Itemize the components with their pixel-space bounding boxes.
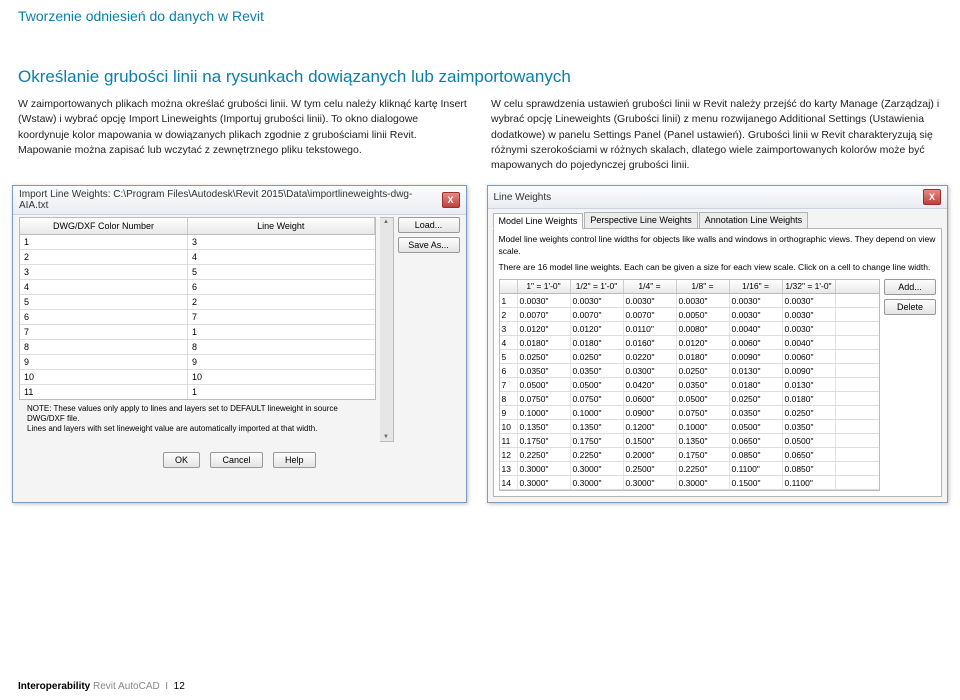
description-text: There are 16 model line weights. Each ca… <box>499 262 937 273</box>
table-header: 1" = 1'-0"1/2" = 1'-0"1/4" =1/8" =1/16" … <box>500 280 880 294</box>
table-row[interactable]: 35 <box>20 265 375 280</box>
tab-model[interactable]: Model Line Weights <box>493 213 584 229</box>
delete-button[interactable]: Delete <box>884 299 936 315</box>
table-row[interactable]: 110.1750"0.1750"0.1500"0.1350"0.0650"0.0… <box>500 434 880 448</box>
table-row[interactable]: 1010 <box>20 370 375 385</box>
body-text-left: W zaimportowanych plikach można określać… <box>18 97 469 173</box>
table-row[interactable]: 120.2250"0.2250"0.2000"0.1750"0.0850"0.0… <box>500 448 880 462</box>
table-row[interactable]: 80.0750"0.0750"0.0600"0.0500"0.0250"0.01… <box>500 392 880 406</box>
saveas-button[interactable]: Save As... <box>398 237 460 253</box>
close-icon[interactable]: X <box>442 192 460 208</box>
column-header: 1/4" = <box>624 280 677 293</box>
tab-annotation[interactable]: Annotation Line Weights <box>699 212 808 228</box>
column-header: 1/8" = <box>677 280 730 293</box>
scrollbar[interactable] <box>380 217 394 442</box>
lineweights-dialog: Line Weights X Model Line Weights Perspe… <box>487 185 949 503</box>
ok-button[interactable]: OK <box>163 452 200 468</box>
table-row[interactable]: 99 <box>20 355 375 370</box>
table-row[interactable]: 50.0250"0.0250"0.0220"0.0180"0.0090"0.00… <box>500 350 880 364</box>
table-body: 10.0030"0.0030"0.0030"0.0030"0.0030"0.00… <box>500 294 880 490</box>
help-button[interactable]: Help <box>273 452 316 468</box>
breadcrumb: Tworzenie odniesień do danych w Revit <box>0 0 960 28</box>
import-lineweights-dialog: Import Line Weights: C:\Program Files\Au… <box>12 185 467 503</box>
column-header <box>500 280 518 293</box>
note-text: Lines and layers with set lineweight val… <box>27 424 368 434</box>
column-header: 1" = 1'-0" <box>518 280 571 293</box>
table-row[interactable]: 130.3000"0.3000"0.2500"0.2250"0.1100"0.0… <box>500 462 880 476</box>
table-row[interactable]: 90.1000"0.1000"0.0900"0.0750"0.0350"0.02… <box>500 406 880 420</box>
table-row[interactable]: 24 <box>20 250 375 265</box>
note-text: NOTE: These values only apply to lines a… <box>27 404 368 424</box>
table-row[interactable]: 71 <box>20 325 375 340</box>
column-header: Line Weight <box>188 218 375 234</box>
body-text-right: W celu sprawdzenia ustawień grubości lin… <box>491 97 942 173</box>
tab-perspective[interactable]: Perspective Line Weights <box>584 212 697 228</box>
page-title: Określanie grubości linii na rysunkach d… <box>18 66 942 87</box>
table-row[interactable]: 88 <box>20 340 375 355</box>
table-row[interactable]: 10.0030"0.0030"0.0030"0.0030"0.0030"0.00… <box>500 294 880 308</box>
table-row[interactable]: 52 <box>20 295 375 310</box>
table-row[interactable]: 40.0180"0.0180"0.0160"0.0120"0.0060"0.00… <box>500 336 880 350</box>
table-body: 1324354652677188991010111122 <box>19 235 376 400</box>
column-header: 1/16" = <box>730 280 783 293</box>
table-row[interactable]: 70.0500"0.0500"0.0420"0.0350"0.0180"0.01… <box>500 378 880 392</box>
dialog-title: Line Weights <box>494 192 552 203</box>
dialog-title: Import Line Weights: C:\Program Files\Au… <box>19 189 442 211</box>
page-footer: Interoperability Revit AutoCAD I 12 <box>18 681 185 692</box>
table-row[interactable]: 46 <box>20 280 375 295</box>
add-button[interactable]: Add... <box>884 279 936 295</box>
table-row[interactable]: 100.1350"0.1350"0.1200"0.1000"0.0500"0.0… <box>500 420 880 434</box>
cancel-button[interactable]: Cancel <box>210 452 262 468</box>
load-button[interactable]: Load... <box>398 217 460 233</box>
table-row[interactable]: 30.0120"0.0120"0.0110"0.0080"0.0040"0.00… <box>500 322 880 336</box>
table-row[interactable]: 111 <box>20 385 375 400</box>
table-row[interactable]: 140.3000"0.3000"0.3000"0.3000"0.1500"0.1… <box>500 476 880 490</box>
table-row[interactable]: 60.0350"0.0350"0.0300"0.0250"0.0130"0.00… <box>500 364 880 378</box>
close-icon[interactable]: X <box>923 189 941 205</box>
column-header: 1/32" = 1'-0" <box>783 280 836 293</box>
table-row[interactable]: 20.0070"0.0070"0.0070"0.0050"0.0030"0.00… <box>500 308 880 322</box>
table-row[interactable]: 13 <box>20 235 375 250</box>
column-header: 1/2" = 1'-0" <box>571 280 624 293</box>
description-text: Model line weights control line widths f… <box>499 234 937 257</box>
table-row[interactable]: 67 <box>20 310 375 325</box>
column-header: DWG/DXF Color Number <box>20 218 188 234</box>
